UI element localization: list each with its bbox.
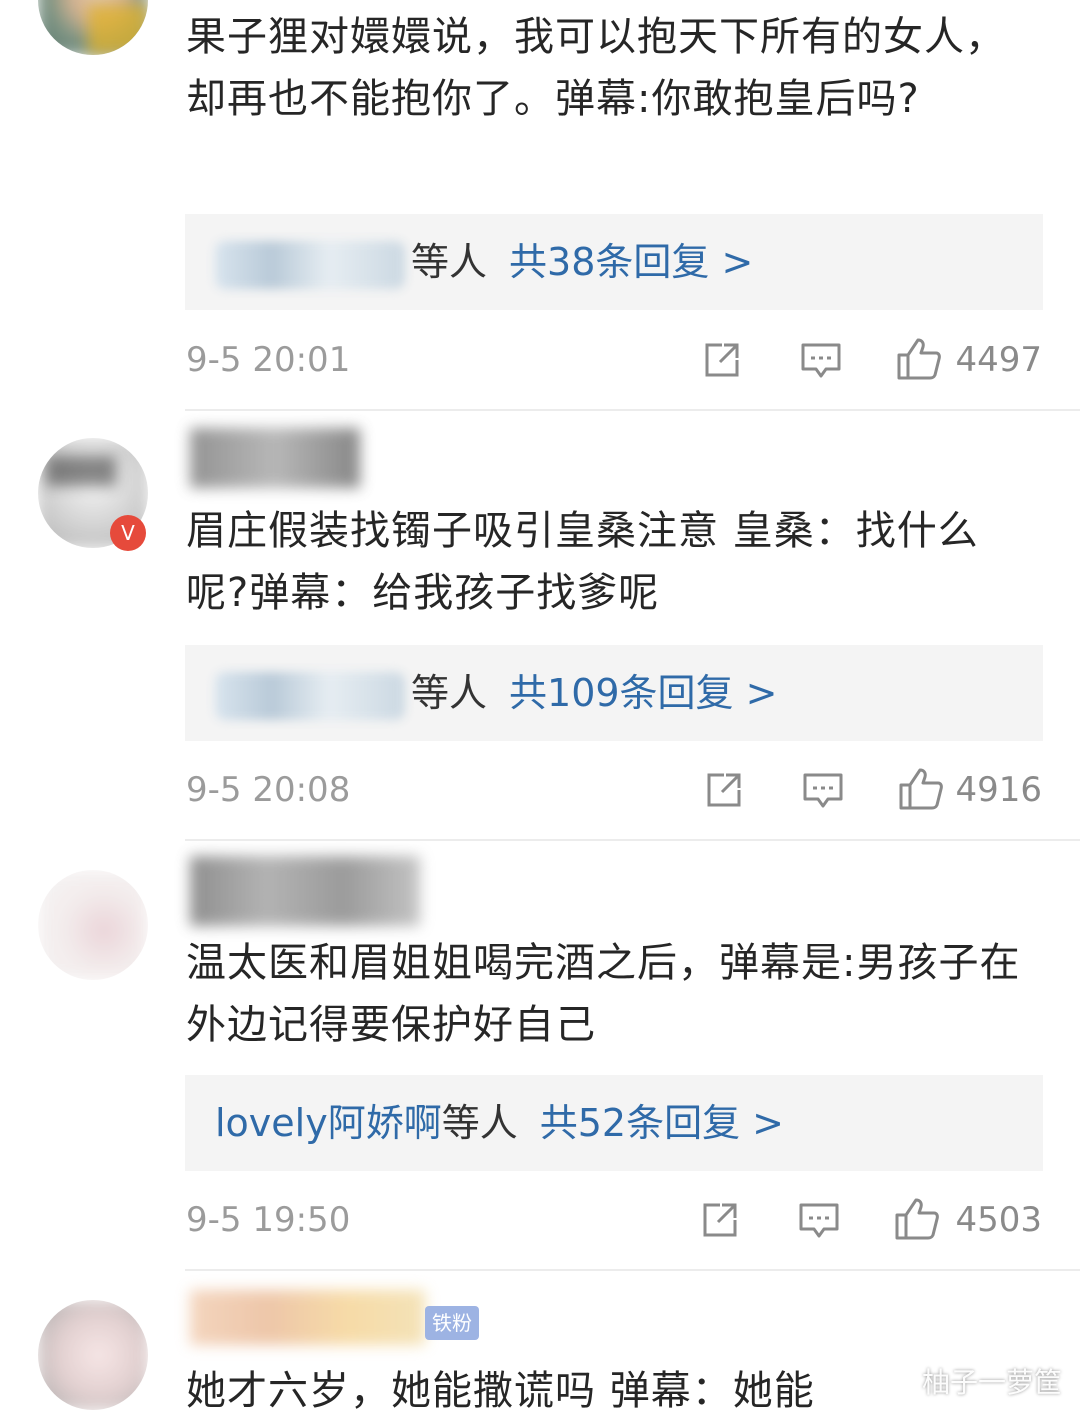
comment-meta: 9-5 19:50 4503: [186, 1190, 1042, 1250]
like-count: 4916: [955, 770, 1042, 810]
verified-badge-icon: V: [110, 515, 146, 551]
comment-icon[interactable]: [798, 1200, 840, 1246]
comment-time: 9-5 20:08: [186, 770, 351, 810]
fan-badge: 铁粉: [425, 1306, 479, 1340]
comment-text: 她才六岁，她能撒谎吗 弹幕：她能: [186, 1368, 815, 1414]
thumbs-up-icon[interactable]: [894, 1195, 940, 1245]
blurred-usernames: [215, 240, 405, 289]
like-count: 4497: [955, 340, 1042, 380]
comment-text: 果子狸对嬛嬛说，我可以抱天下所有的女人，却再也不能抱你了。弹幕:你敢抱皇后吗?: [186, 14, 1006, 122]
user-avatar[interactable]: [38, 1300, 148, 1410]
replies-summary[interactable]: lovely阿娇啊等人 共52条回复 >: [185, 1075, 1043, 1171]
comment-text: 温太医和眉姐姐喝完酒之后，弹幕是:男孩子在外边记得要保护好自己: [186, 940, 1021, 1048]
reply-users: 等人 共109条回复 >: [215, 645, 777, 741]
reply-users: 等人 共38条回复 >: [215, 214, 753, 310]
comment-meta: 9-5 20:08 4916: [186, 760, 1042, 820]
blurred-username[interactable]: [190, 856, 430, 926]
user-avatar[interactable]: [38, 0, 148, 55]
thumbs-up-icon[interactable]: [896, 335, 942, 385]
blurred-username[interactable]: [190, 428, 430, 488]
like-count: 4503: [955, 1200, 1042, 1240]
divider: [185, 1269, 1080, 1271]
replies-summary[interactable]: 等人 共109条回复 >: [185, 645, 1043, 741]
share-icon[interactable]: [700, 1200, 740, 1244]
reply-user-name[interactable]: lovely阿娇啊: [215, 1101, 442, 1145]
blurred-username[interactable]: [190, 1290, 430, 1345]
watermark: 柚子一萝筐: [921, 1366, 1062, 1399]
comment-text: 眉庄假装找镯子吸引皇桑注意 皇桑：找什么呢?弹幕：给我孩子找爹呢: [186, 508, 979, 616]
reply-suffix: 等人: [411, 671, 488, 715]
reply-count-link[interactable]: 共38条回复 >: [509, 240, 753, 284]
blurred-usernames: [215, 671, 405, 720]
divider: [185, 839, 1080, 841]
user-avatar[interactable]: [38, 870, 148, 980]
reply-suffix: 等人: [441, 1101, 518, 1145]
comment-time: 9-5 19:50: [186, 1200, 351, 1240]
reply-suffix: 等人: [411, 240, 488, 284]
replies-summary[interactable]: 等人 共38条回复 >: [185, 214, 1043, 310]
comment-meta: 9-5 20:01 4497: [186, 330, 1042, 390]
reply-count-link[interactable]: 共52条回复 >: [540, 1101, 784, 1145]
thumbs-up-icon[interactable]: [898, 765, 944, 815]
comment-icon[interactable]: [800, 340, 842, 386]
reply-count-link[interactable]: 共109条回复 >: [509, 671, 777, 715]
reply-users: lovely阿娇啊等人 共52条回复 >: [215, 1075, 784, 1171]
comment-time: 9-5 20:01: [186, 340, 351, 380]
divider: [185, 409, 1080, 411]
share-icon[interactable]: [702, 340, 742, 384]
comment-icon[interactable]: [802, 770, 844, 816]
share-icon[interactable]: [704, 770, 744, 814]
